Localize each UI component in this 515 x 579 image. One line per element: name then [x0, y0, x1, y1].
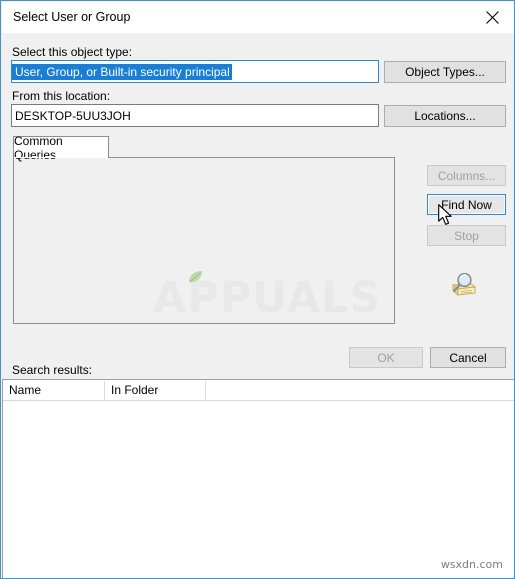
- cancel-button[interactable]: Cancel: [430, 347, 506, 368]
- column-header-extra[interactable]: [206, 380, 326, 400]
- object-types-button[interactable]: Object Types...: [384, 61, 506, 83]
- location-input[interactable]: DESKTOP-5UU3JOH: [11, 104, 379, 127]
- column-header-name[interactable]: Name: [3, 380, 104, 400]
- tab-common-queries[interactable]: Common Queries: [13, 134, 109, 162]
- stop-button-label: Stop: [454, 228, 479, 243]
- column-header-in-folder[interactable]: In Folder: [105, 380, 205, 400]
- location-value: DESKTOP-5UU3JOH: [15, 108, 131, 123]
- close-icon: [486, 11, 499, 24]
- object-types-button-label: Object Types...: [405, 65, 485, 79]
- select-user-or-group-dialog: Select User or Group Select this object …: [0, 0, 515, 579]
- title-bar: Select User or Group: [2, 2, 514, 33]
- locations-button[interactable]: Locations...: [384, 105, 506, 127]
- ok-button[interactable]: OK: [349, 347, 423, 368]
- search-results-label: Search results:: [12, 363, 93, 377]
- page-title: Select User or Group: [13, 10, 131, 24]
- tab-seam: [14, 157, 108, 158]
- location-label: From this location:: [12, 89, 111, 103]
- search-results-header: Name In Folder: [3, 380, 514, 401]
- locations-button-label: Locations...: [414, 109, 476, 123]
- object-type-label: Select this object type:: [12, 45, 133, 59]
- columns-button-label: Columns...: [437, 168, 496, 183]
- object-type-input[interactable]: User, Group, or Built-in security princi…: [11, 60, 379, 83]
- find-now-button-label: Find Now: [441, 197, 492, 212]
- magnifier-folder-icon: [444, 271, 478, 301]
- stop-button[interactable]: Stop: [427, 225, 506, 246]
- search-results-list[interactable]: Name In Folder: [2, 379, 514, 578]
- find-now-button[interactable]: Find Now: [427, 194, 506, 215]
- cancel-button-label: Cancel: [449, 350, 487, 365]
- common-queries-panel: [13, 157, 395, 324]
- ok-button-label: OK: [377, 350, 395, 365]
- object-type-value: User, Group, or Built-in security princi…: [12, 63, 232, 80]
- columns-button[interactable]: Columns...: [427, 165, 506, 186]
- close-button[interactable]: [470, 2, 514, 33]
